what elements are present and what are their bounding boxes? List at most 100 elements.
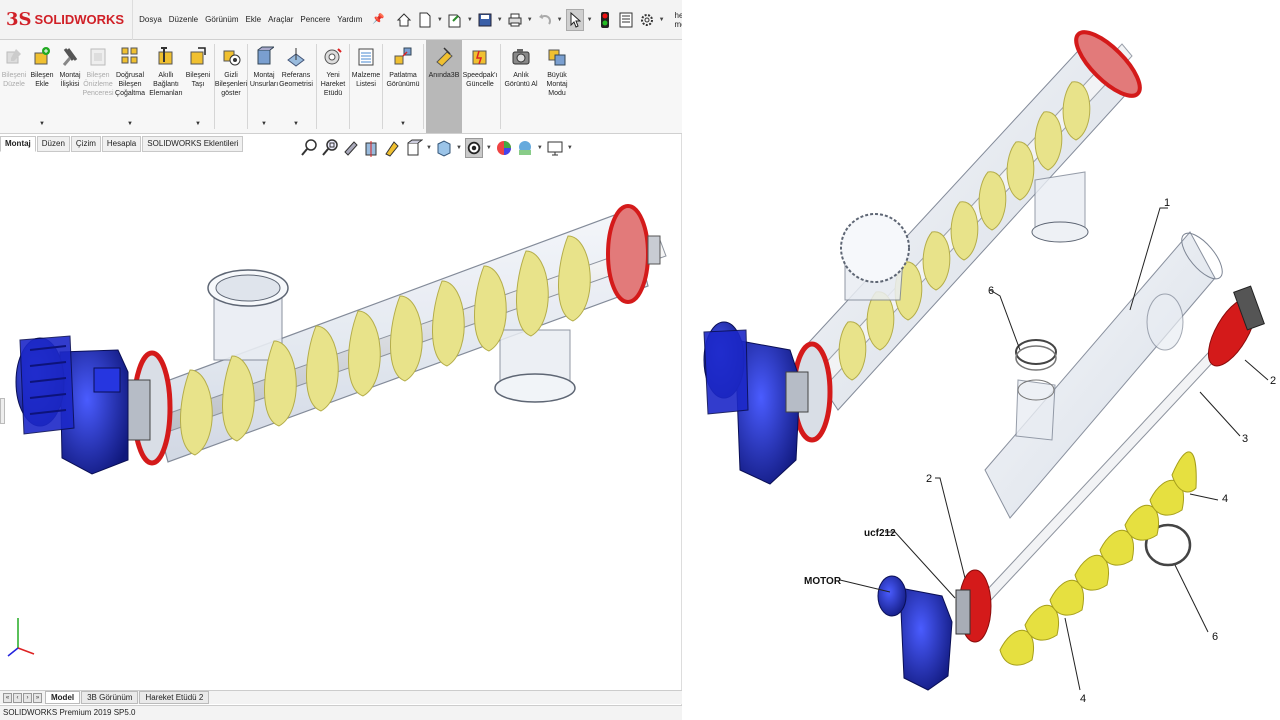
component-preview-icon [90, 48, 106, 66]
exploded-right-flange [1207, 285, 1265, 367]
take-snapshot-button[interactable]: Anlık Görüntü Al [503, 40, 539, 133]
chevron-down-icon[interactable]: ▼ [557, 17, 563, 23]
tab-layout[interactable]: Düzen [36, 136, 70, 152]
left-bearing[interactable] [127, 379, 151, 441]
select-pointer-icon[interactable] [565, 8, 584, 31]
right-bearing[interactable] [647, 235, 661, 265]
component-preview-button[interactable]: Bileşen Önizleme Penceresi [82, 40, 114, 133]
instant3d-icon [436, 47, 453, 67]
smart-fasteners-icon [158, 47, 173, 65]
right-end-flange[interactable] [606, 204, 650, 304]
exploded-left-flange [955, 569, 992, 643]
hide-show-items-icon[interactable] [464, 138, 483, 158]
zoom-to-fit-icon[interactable] [300, 138, 318, 158]
chevron-down-icon[interactable]: ▼ [497, 17, 503, 23]
chevron-down-icon[interactable]: ▼ [486, 145, 492, 151]
tab-motion-study[interactable]: Hareket Etüdü 2 [139, 691, 210, 704]
screw-conveyor-assembly[interactable] [15, 204, 667, 475]
last-tab-icon[interactable]: » [33, 692, 42, 703]
tab-sketch[interactable]: Çizim [70, 136, 101, 152]
ribbon-label: Akıllı Bağlantı Elemanları [149, 72, 183, 97]
tab-model[interactable]: Model [45, 691, 81, 704]
previous-tab-icon[interactable]: ‹ [13, 692, 22, 703]
apply-scene-icon[interactable] [516, 138, 534, 158]
show-hidden-components-button[interactable]: Gizli Bileşenleri göster [215, 40, 247, 133]
smart-fasteners-button[interactable]: Akıllı Bağlantı Elemanları [148, 40, 184, 133]
status-bar: SOLIDWORKS Premium 2019 SP5.0 [0, 705, 682, 720]
chevron-down-icon[interactable]: ▼ [456, 145, 462, 151]
file-properties-icon[interactable] [617, 9, 635, 31]
chevron-down-icon[interactable]: ▼ [587, 17, 593, 23]
assembly-features-icon [257, 46, 274, 65]
edit-component-button[interactable]: Bileşeni Düzele [0, 40, 28, 133]
previous-view-icon[interactable] [342, 138, 360, 158]
chevron-down-icon[interactable]: ▼ [659, 17, 665, 23]
chevron-down-icon[interactable]: ▼ [437, 17, 443, 23]
tab-addins[interactable]: SOLIDWORKS Eklentileri [142, 136, 244, 152]
linear-pattern-button[interactable]: Doğrusal Bileşen Çoğaltma ▼ [112, 40, 148, 133]
next-tab-icon[interactable]: › [23, 692, 32, 703]
dynamic-annotation-icon[interactable] [384, 138, 402, 158]
new-document-icon[interactable] [416, 9, 434, 31]
chevron-down-icon[interactable]: ▼ [293, 120, 299, 129]
tab-evaluate[interactable]: Hesapla [101, 136, 142, 152]
menu-view[interactable]: Görünüm [205, 15, 238, 24]
view-orientation-icon[interactable] [405, 138, 423, 158]
ribbon-label: Montaj İlişkisi [59, 72, 81, 88]
gear-motor[interactable] [15, 335, 129, 475]
insert-component-button[interactable]: Bileşen Ekle ▼ [28, 40, 56, 133]
open-document-icon[interactable] [446, 9, 464, 31]
edit-component-icon [6, 49, 21, 64]
bill-of-materials-button[interactable]: Malzeme Listesi [352, 40, 380, 133]
callout-6-upper: 6 [988, 285, 994, 297]
chevron-down-icon[interactable]: ▼ [400, 120, 406, 129]
menu-window[interactable]: Pencere [300, 15, 330, 24]
assembled-inlet [840, 213, 910, 301]
pin-icon[interactable]: 📌 [372, 14, 384, 25]
reference-geometry-button[interactable]: Referans Geometrisi ▼ [278, 40, 314, 133]
exploded-view-icon [394, 47, 412, 65]
rebuild-traffic-light-icon[interactable] [596, 9, 614, 31]
chevron-down-icon[interactable]: ▼ [39, 120, 45, 129]
solidworks-logo[interactable]: 3S SOLIDWORKS [0, 0, 134, 40]
mate-button[interactable]: Montaj İlişkisi [56, 40, 84, 133]
menu-help[interactable]: Yardım [337, 15, 362, 24]
print-icon[interactable] [506, 9, 524, 31]
chevron-down-icon[interactable]: ▼ [195, 120, 201, 129]
graphics-viewport[interactable] [0, 156, 682, 690]
mate-icon [62, 48, 78, 66]
chevron-down-icon[interactable]: ▼ [127, 120, 133, 129]
home-icon[interactable] [395, 9, 413, 31]
large-assembly-icon [548, 49, 566, 66]
zoom-to-area-icon[interactable] [321, 138, 339, 158]
menu-insert[interactable]: Ekle [246, 15, 262, 24]
view-settings-icon[interactable] [546, 138, 564, 158]
undo-icon[interactable] [536, 9, 554, 31]
chevron-down-icon[interactable]: ▼ [527, 17, 533, 23]
tab-3d-view[interactable]: 3B Görünüm [81, 691, 139, 704]
outlet-pipe[interactable] [494, 329, 576, 403]
chevron-down-icon[interactable]: ▼ [567, 145, 573, 151]
chevron-down-icon[interactable]: ▼ [261, 120, 267, 129]
tab-assembly[interactable]: Montaj [0, 136, 36, 152]
new-motion-study-button[interactable]: Yeni Hareket Etüdü [319, 40, 347, 133]
menu-file[interactable]: Dosya [139, 15, 162, 24]
chevron-down-icon[interactable]: ▼ [426, 145, 432, 151]
menu-tools[interactable]: Araçlar [268, 15, 293, 24]
instant3d-button[interactable]: Anında3B [426, 40, 462, 133]
chevron-down-icon[interactable]: ▼ [467, 17, 473, 23]
assembly-features-button[interactable]: Montaj Unsurları ▼ [250, 40, 278, 133]
first-tab-icon[interactable]: « [3, 692, 12, 703]
move-component-button[interactable]: Bileşeni Taşı ▼ [184, 40, 212, 133]
update-speedpak-button[interactable]: Speedpak'ı Güncelle [462, 40, 498, 133]
gear-icon[interactable] [638, 9, 656, 31]
display-style-icon[interactable] [435, 138, 453, 158]
section-view-icon[interactable] [363, 138, 381, 158]
menu-edit[interactable]: Düzenle [169, 15, 198, 24]
command-tabs: Montaj Düzen Çizim Hesapla SOLIDWORKS Ek… [0, 136, 244, 152]
chevron-down-icon[interactable]: ▼ [537, 145, 543, 151]
save-icon[interactable] [476, 9, 494, 31]
edit-appearance-icon[interactable] [495, 138, 513, 158]
large-assembly-mode-button[interactable]: Büyük Montaj Modu [539, 40, 575, 133]
exploded-view-button[interactable]: Patlatma Görünümü ▼ [385, 40, 421, 133]
